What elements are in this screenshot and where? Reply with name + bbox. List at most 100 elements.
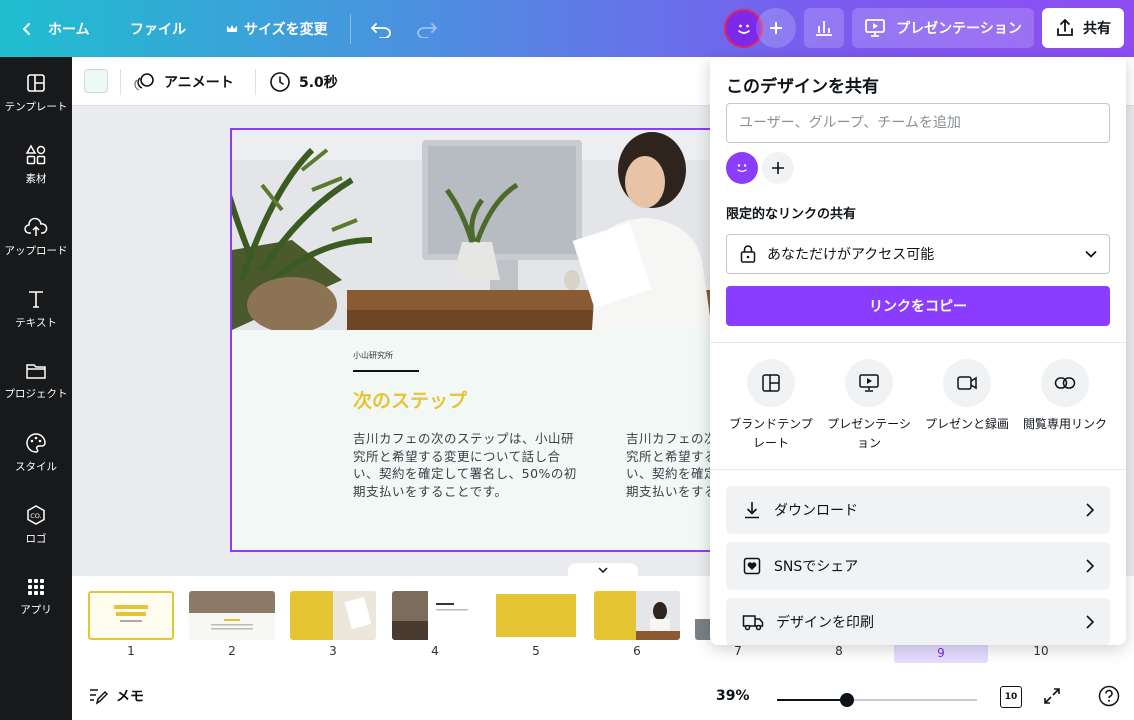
zoom-slider-fill — [777, 699, 847, 701]
clock-icon — [270, 71, 290, 92]
share-option-view-only-link[interactable]: 閲覧専用リンク — [1018, 359, 1112, 434]
option-label: ブランドテンプレート — [729, 417, 813, 450]
zoom-slider-handle[interactable] — [840, 693, 854, 707]
help-icon — [1098, 685, 1120, 707]
crown-icon — [227, 24, 237, 32]
help-button[interactable] — [1098, 685, 1120, 707]
option-icon-circle — [747, 359, 795, 407]
sidebar-item-label: ロゴ — [25, 533, 47, 545]
smiley-icon — [737, 164, 747, 173]
page-thumbnail-1[interactable] — [88, 591, 174, 640]
chevron-down-icon — [598, 567, 608, 573]
animate-icon — [134, 72, 154, 91]
thumbnail-preview — [189, 591, 275, 640]
sidebar-item-apps[interactable]: アプリ — [0, 561, 72, 633]
access-level-dropdown[interactable]: あなただけがアクセス可能 — [726, 234, 1110, 274]
add-people-input[interactable] — [726, 103, 1110, 143]
thumbnail-preview — [496, 594, 576, 637]
sidebar-item-projects[interactable]: プロジェクト — [0, 345, 72, 417]
fullscreen-button[interactable] — [1042, 686, 1062, 706]
present-button[interactable]: プレゼンテーション — [852, 8, 1034, 48]
download-row[interactable]: ダウンロード — [726, 486, 1110, 534]
option-label: プレゼンテーション — [827, 417, 911, 450]
collapse-filmstrip-tab[interactable] — [568, 563, 638, 577]
page-thumbnail-6[interactable] — [594, 591, 680, 640]
animate-button[interactable]: アニメート — [134, 57, 234, 106]
undo-button[interactable] — [370, 0, 392, 57]
top-bar: ホーム ファイル サイズを変更 プレゼンテーション 共有 — [0, 0, 1134, 57]
share-option-brand-template[interactable]: ブランドテンプレート — [724, 359, 818, 453]
slide-page[interactable]: 小山研究所 次のステップ 吉川カフェの次のステップは、小山研究所と希望する変更に… — [230, 128, 790, 552]
video-camera-icon — [957, 376, 977, 390]
page-thumbnail-5[interactable] — [493, 591, 579, 640]
file-label: ファイル — [130, 21, 186, 38]
notes-button[interactable]: メモ — [88, 672, 144, 720]
zoom-readout[interactable]: 39% — [716, 672, 750, 720]
slide-title[interactable]: 次のステップ — [353, 386, 467, 413]
present-icon — [865, 19, 886, 37]
present-label: プレゼンテーション — [896, 21, 1022, 37]
toolbar-divider — [255, 69, 256, 95]
lock-icon — [740, 245, 756, 263]
toolbar-divider — [120, 69, 121, 95]
bar-chart-icon — [816, 21, 832, 36]
sidebar-item-logos[interactable]: CO. ロゴ — [0, 489, 72, 561]
sidebar-item-uploads[interactable]: アップロード — [0, 201, 72, 273]
logo-icon: CO. — [27, 505, 45, 525]
add-person-button[interactable] — [762, 152, 794, 184]
access-level-value: あなただけがアクセス可能 — [767, 247, 935, 263]
share-option-present-record[interactable]: プレゼンと録画 — [920, 359, 1014, 434]
bottom-bar: メモ 39% 10 — [72, 672, 1134, 720]
notes-icon — [90, 689, 108, 705]
duration-button[interactable]: 5.0秒 — [269, 57, 338, 106]
home-label: ホーム — [48, 21, 90, 38]
row-label: ダウンロード — [774, 503, 858, 519]
plus-icon — [772, 162, 784, 174]
resize-button[interactable]: サイズを変更 — [226, 0, 328, 57]
share-option-present[interactable]: プレゼンテーション — [822, 359, 916, 453]
slide-body-left[interactable]: 吉川カフェの次のステップは、小山研究所と希望する変更について話し合い、契約を確定… — [353, 430, 579, 500]
page-thumbnail-2[interactable] — [189, 591, 275, 640]
page-number-4: 4 — [431, 644, 439, 658]
download-icon — [745, 502, 759, 519]
social-share-row[interactable]: SNSでシェア — [726, 542, 1110, 590]
share-button[interactable]: 共有 — [1042, 8, 1124, 48]
zoom-slider-track[interactable] — [777, 693, 977, 707]
home-button[interactable]: ホーム — [20, 0, 90, 57]
folder-icon — [26, 364, 46, 379]
sidebar-item-elements[interactable]: 素材 — [0, 129, 72, 201]
template-icon — [27, 74, 45, 92]
background-color-swatch[interactable] — [84, 69, 108, 93]
thumbnail-preview — [594, 591, 680, 640]
file-menu-button[interactable]: ファイル — [130, 0, 186, 57]
sidebar-item-text[interactable]: テキスト — [0, 273, 72, 345]
redo-icon — [417, 22, 438, 38]
page-number-7: 7 — [734, 644, 742, 658]
duration-label: 5.0秒 — [299, 74, 338, 91]
insights-button[interactable] — [804, 8, 844, 48]
topbar-divider — [350, 14, 351, 44]
print-design-row[interactable]: デザインを印刷 — [726, 598, 1110, 645]
share-panel-title: このデザインを共有 — [726, 77, 879, 97]
page-thumbnail-4[interactable] — [392, 591, 478, 640]
sidebar-item-templates[interactable]: テンプレート — [0, 57, 72, 129]
page-number-8: 8 — [835, 644, 843, 658]
sidebar-item-styles[interactable]: スタイル — [0, 417, 72, 489]
smiley-icon — [737, 24, 750, 34]
page-grid-button[interactable]: 10 — [1000, 686, 1022, 708]
link-icon — [1054, 377, 1076, 389]
slide-photo[interactable] — [232, 130, 788, 330]
sidebar-item-label: スタイル — [15, 461, 57, 473]
option-icon-circle — [1041, 359, 1089, 407]
copy-link-button[interactable]: リンクをコピー — [726, 286, 1110, 326]
text-icon — [29, 291, 43, 308]
redo-button[interactable] — [416, 0, 438, 57]
sidebar-item-label: アプリ — [20, 604, 52, 616]
page-thumbnail-3[interactable] — [290, 591, 376, 640]
slide-divider-line[interactable] — [353, 370, 419, 372]
slide-brand-text[interactable]: 小山研究所 — [353, 350, 393, 361]
sidebar-item-label: アップロード — [4, 245, 68, 257]
page-number-9-active[interactable]: 9 — [894, 643, 988, 663]
collaborator-avatar[interactable] — [726, 152, 758, 184]
add-collaborator-button[interactable] — [756, 8, 796, 48]
